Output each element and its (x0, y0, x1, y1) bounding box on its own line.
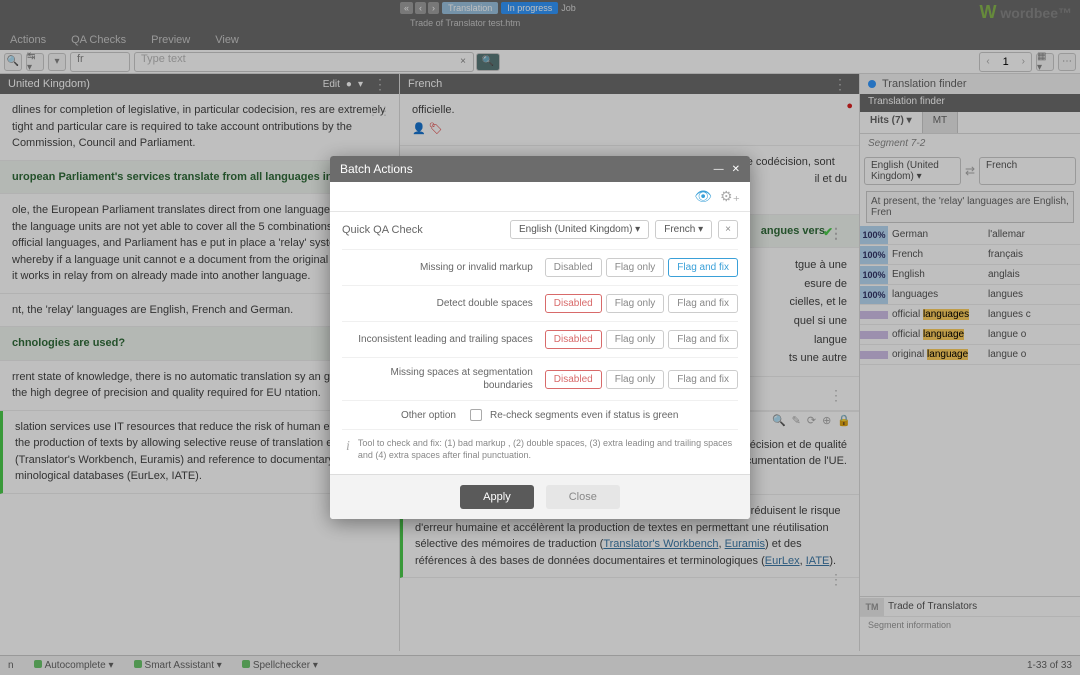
qa-option-button[interactable]: Disabled (545, 370, 602, 389)
qa-option-button[interactable]: Disabled (545, 330, 602, 349)
qa-option-button[interactable]: Flag only (606, 330, 665, 349)
qa-check-row: Detect double spacesDisabledFlag onlyFla… (342, 285, 738, 321)
recheck-label: Re-check segments even if status is gree… (490, 410, 678, 421)
qa-check-name: Missing or invalid markup (342, 261, 545, 274)
qa-remove-button[interactable]: × (718, 220, 738, 239)
quick-qa-label: Quick QA Check (342, 224, 504, 236)
qa-option-button[interactable]: Flag only (606, 370, 665, 389)
qa-option-button[interactable]: Flag and fix (668, 370, 738, 389)
batch-actions-modal: Batch Actions — ✕ 👁 ⚙₊ Quick QA Check En… (330, 156, 750, 518)
preview-icon[interactable]: 👁 (694, 188, 712, 205)
qa-check-row: Missing spaces at segmentation boundarie… (342, 357, 738, 400)
qa-option-button[interactable]: Disabled (545, 294, 602, 313)
qa-src-select[interactable]: English (United Kingdom) ▾ (510, 220, 649, 239)
other-option-label: Other option (342, 410, 462, 421)
minimize-icon[interactable]: — (714, 164, 724, 175)
modal-overlay: Batch Actions — ✕ 👁 ⚙₊ Quick QA Check En… (0, 0, 1080, 675)
qa-option-button[interactable]: Disabled (545, 258, 602, 277)
qa-check-name: Missing spaces at segmentation boundarie… (342, 366, 545, 392)
close-icon[interactable]: ✕ (732, 164, 740, 175)
qa-option-button[interactable]: Flag and fix (668, 294, 738, 313)
gear-icon[interactable]: ⚙₊ (720, 188, 740, 205)
qa-option-button[interactable]: Flag only (606, 294, 665, 313)
qa-check-row: Missing or invalid markupDisabledFlag on… (342, 249, 738, 285)
qa-option-button[interactable]: Flag and fix (668, 258, 738, 277)
modal-title: Batch Actions (340, 162, 413, 176)
info-icon: i (346, 438, 350, 461)
qa-check-name: Inconsistent leading and trailing spaces (342, 333, 545, 346)
qa-tgt-select[interactable]: French ▾ (655, 220, 712, 239)
qa-option-button[interactable]: Flag and fix (668, 330, 738, 349)
recheck-checkbox[interactable] (470, 409, 482, 421)
close-button[interactable]: Close (546, 485, 620, 509)
apply-button[interactable]: Apply (460, 485, 534, 509)
qa-check-row: Inconsistent leading and trailing spaces… (342, 321, 738, 357)
help-text: Tool to check and fix: (1) bad markup , … (358, 438, 734, 461)
qa-option-button[interactable]: Flag only (606, 258, 665, 277)
qa-check-name: Detect double spaces (342, 297, 545, 310)
